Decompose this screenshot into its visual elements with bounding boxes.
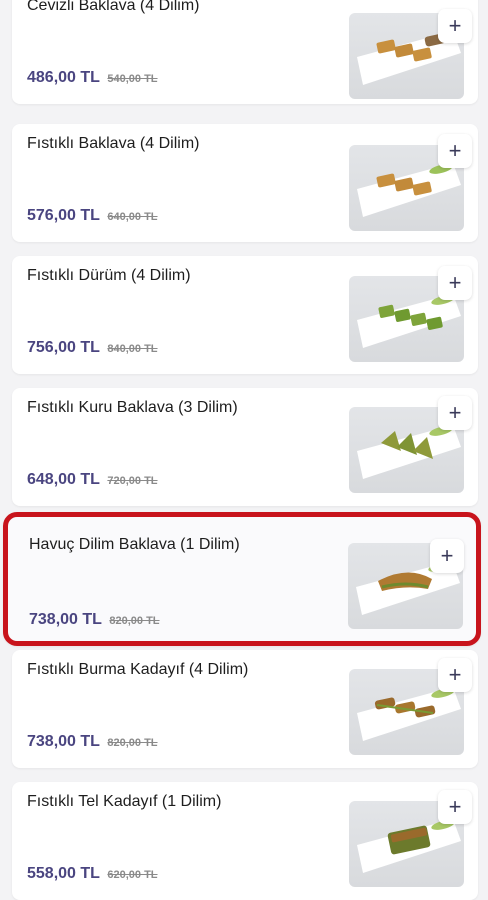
product-price: 486,00 TL xyxy=(27,69,100,86)
add-button[interactable]: + xyxy=(438,9,472,43)
product-old-price: 820,00 TL xyxy=(109,615,160,627)
price-row: 486,00 TL 540,00 TL xyxy=(27,69,158,87)
price-row: 558,00 TL 620,00 TL xyxy=(27,865,158,883)
product-card[interactable]: Fıstıklı Burma Kadayıf (4 Dilim) 738,00 … xyxy=(12,650,478,768)
add-button[interactable]: + xyxy=(438,396,472,430)
price-row: 756,00 TL 840,00 TL xyxy=(27,339,158,357)
product-old-price: 840,00 TL xyxy=(107,343,158,355)
product-old-price: 720,00 TL xyxy=(107,475,158,487)
add-button[interactable]: + xyxy=(438,658,472,692)
price-row: 738,00 TL 820,00 TL xyxy=(29,611,160,629)
product-card[interactable]: Cevizli Baklava (4 Dilim) 486,00 TL 540,… xyxy=(12,0,478,104)
price-row: 738,00 TL 820,00 TL xyxy=(27,733,158,751)
price-row: 648,00 TL 720,00 TL xyxy=(27,471,158,489)
product-old-price: 820,00 TL xyxy=(107,737,158,749)
product-card[interactable]: Fıstıklı Dürüm (4 Dilim) 756,00 TL 840,0… xyxy=(12,256,478,374)
product-price: 756,00 TL xyxy=(27,339,100,356)
product-old-price: 540,00 TL xyxy=(107,73,158,85)
add-button[interactable]: + xyxy=(430,539,464,573)
add-button[interactable]: + xyxy=(438,134,472,168)
product-price: 738,00 TL xyxy=(27,733,100,750)
product-price: 576,00 TL xyxy=(27,207,100,224)
product-card[interactable]: Fıstıklı Tel Kadayıf (1 Dilim) 558,00 TL… xyxy=(12,782,478,900)
product-title: Havuç Dilim Baklava (1 Dilim) xyxy=(29,536,240,553)
product-old-price: 620,00 TL xyxy=(107,869,158,881)
product-card[interactable]: Fıstıklı Baklava (4 Dilim) 576,00 TL 640… xyxy=(12,124,478,242)
add-button[interactable]: + xyxy=(438,266,472,300)
product-title: Fıstıklı Dürüm (4 Dilim) xyxy=(27,267,191,284)
product-price: 738,00 TL xyxy=(29,611,102,628)
product-title: Cevizli Baklava (4 Dilim) xyxy=(27,0,200,14)
product-title: Fıstıklı Tel Kadayıf (1 Dilim) xyxy=(27,793,222,810)
product-title: Fıstıklı Kuru Baklava (3 Dilim) xyxy=(27,399,238,416)
price-row: 576,00 TL 640,00 TL xyxy=(27,207,158,225)
product-title: Fıstıklı Burma Kadayıf (4 Dilim) xyxy=(27,661,249,678)
product-title: Fıstıklı Baklava (4 Dilim) xyxy=(27,135,200,152)
product-price: 648,00 TL xyxy=(27,471,100,488)
product-price: 558,00 TL xyxy=(27,865,100,882)
product-card-highlighted[interactable]: Havuç Dilim Baklava (1 Dilim) 738,00 TL … xyxy=(3,512,481,646)
add-button[interactable]: + xyxy=(438,790,472,824)
product-card[interactable]: Fıstıklı Kuru Baklava (3 Dilim) 648,00 T… xyxy=(12,388,478,506)
product-old-price: 640,00 TL xyxy=(107,211,158,223)
